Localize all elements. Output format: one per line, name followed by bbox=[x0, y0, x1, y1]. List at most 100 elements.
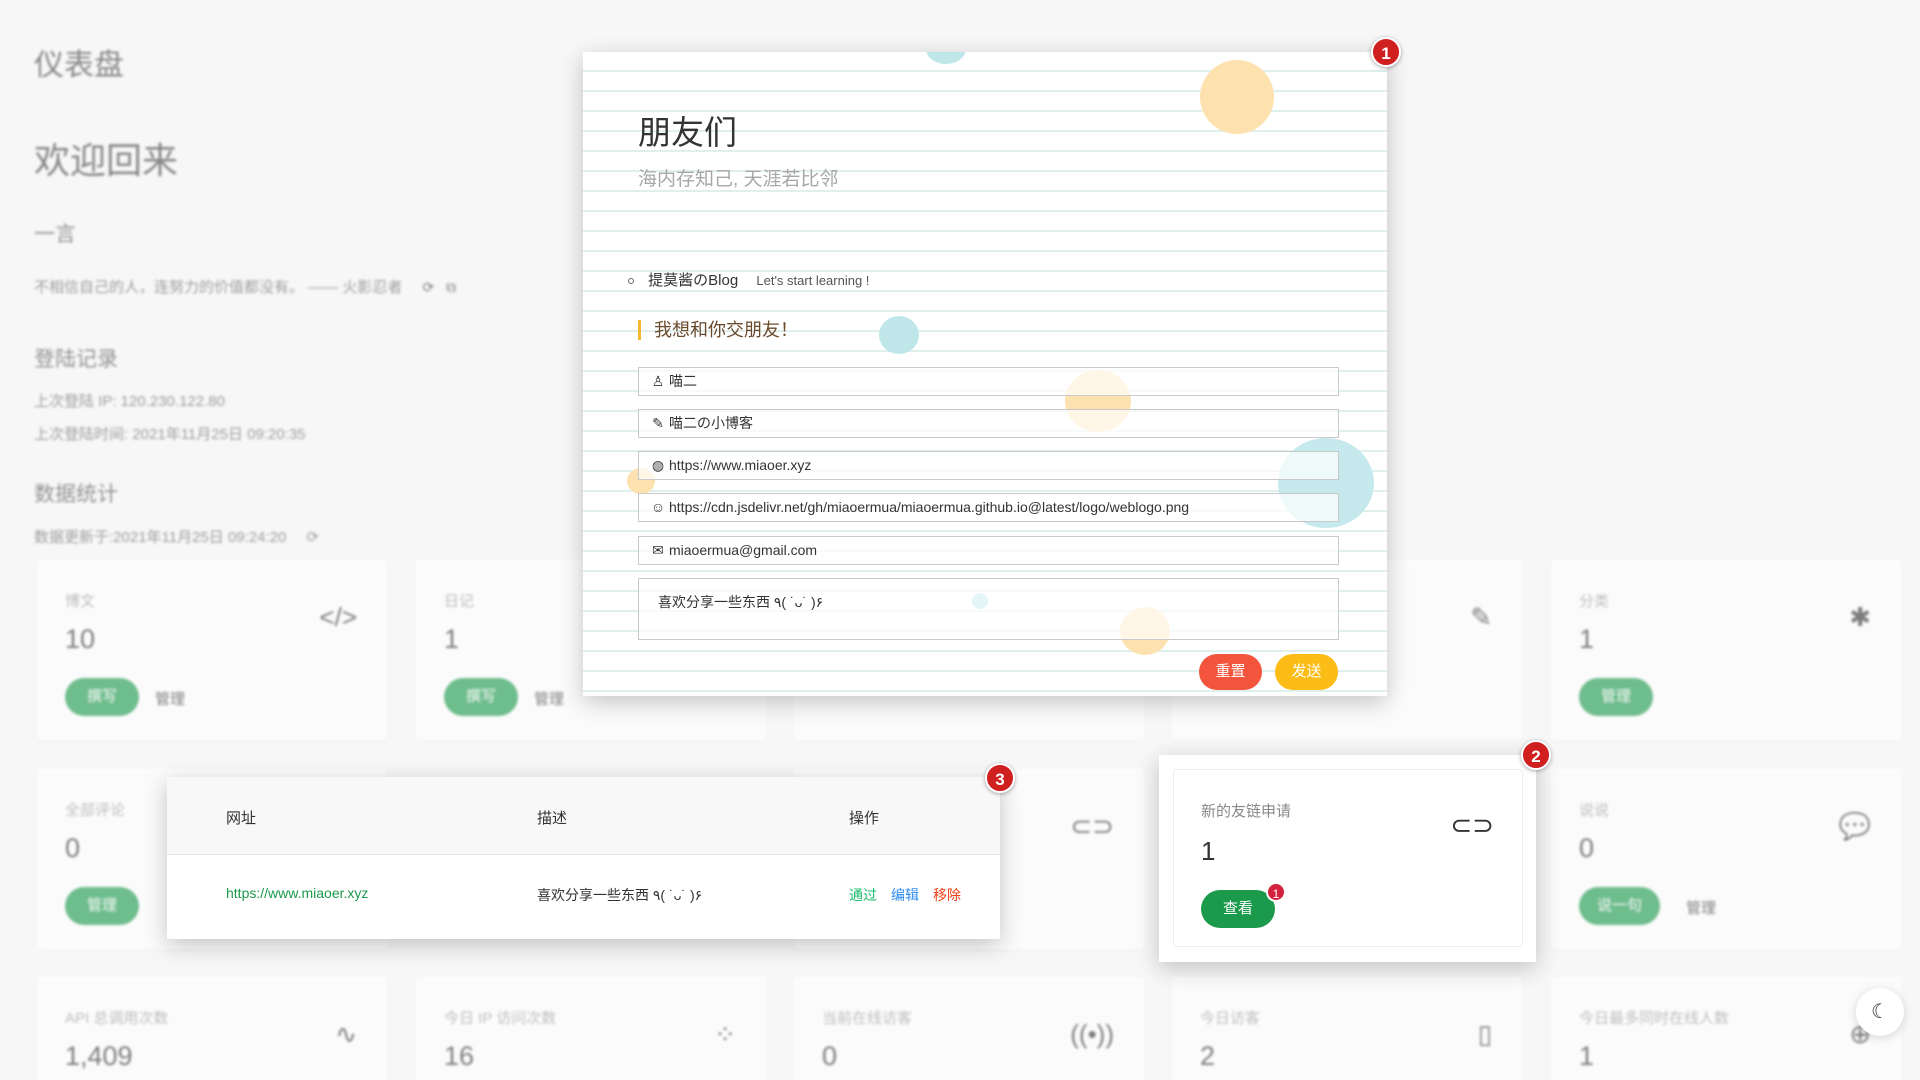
header-url: 网址 bbox=[226, 810, 257, 827]
stats-updated-text: 数据更新于:2021年11月25日 09:24:20 bbox=[34, 529, 287, 546]
site-url-value: https://www.miaoer.xyz bbox=[669, 457, 812, 473]
friend-list-item[interactable]: 提莫酱のBlog Let's start learning ! bbox=[628, 269, 869, 290]
header-description: 描述 bbox=[537, 810, 568, 827]
edit-button[interactable]: 编辑 bbox=[891, 885, 919, 905]
site-name-field[interactable]: ✎ 喵二の小博客 bbox=[638, 409, 1339, 438]
friends-title: 朋友们 bbox=[638, 114, 737, 151]
user-icon: ♙ bbox=[651, 373, 665, 389]
manage-talks-link[interactable]: 管理 bbox=[1686, 897, 1716, 918]
apply-heading: 我想和你交朋友！ bbox=[638, 320, 798, 340]
friend-request-panel: 新的友链申请 1 ⊂⊃ 查看 1 bbox=[1159, 755, 1536, 962]
moon-icon: ☾ bbox=[1871, 1001, 1889, 1023]
avatar-icon: ☺ bbox=[650, 499, 666, 515]
login-heading: 登陆记录 bbox=[34, 348, 118, 371]
description-field[interactable]: 喜欢分享一些东西 ٩( ˙ᴗ˙ )۶ bbox=[638, 578, 1339, 640]
stat-label: 分类 bbox=[1579, 593, 1610, 610]
email-value: miaoermua@gmail.com bbox=[669, 542, 818, 558]
name-field[interactable]: ♙ 喵二 bbox=[638, 367, 1339, 396]
cloud-decoration bbox=[1200, 60, 1274, 134]
quote-heading: 一言 bbox=[34, 223, 76, 246]
stat-card-api-calls: API 总调用次数 1,409 ∿ bbox=[37, 977, 387, 1080]
stat-value: 1,409 bbox=[65, 1041, 133, 1071]
manage-comments-button[interactable]: 管理 bbox=[65, 887, 139, 925]
friend-description: Let's start learning ! bbox=[756, 273, 870, 288]
bullet-icon bbox=[628, 278, 634, 285]
name-value: 喵二 bbox=[669, 373, 697, 389]
row-description: 喜欢分享一些东西 ٩( ˙ᴗ˙ )۶ bbox=[537, 887, 703, 903]
stat-value: 1 bbox=[1579, 1041, 1595, 1071]
stat-card-max-online: 今日最多同时在线人数 1 ⊕ bbox=[1551, 977, 1901, 1080]
remove-button[interactable]: 移除 bbox=[933, 885, 961, 905]
stat-label: 今日 IP 访问次数 bbox=[444, 1010, 557, 1027]
send-button[interactable]: 发送 bbox=[1275, 654, 1338, 690]
cluster-icon: ⁘ bbox=[714, 1019, 736, 1049]
friend-request-card: 新的友链申请 1 ⊂⊃ 查看 1 bbox=[1173, 769, 1523, 947]
stat-value: 0 bbox=[822, 1041, 838, 1071]
stat-card-talks: 说说 0 💬 说一句 管理 bbox=[1551, 769, 1901, 949]
link-icon: ⊂⊃ bbox=[1070, 811, 1114, 841]
manage-categories-button[interactable]: 管理 bbox=[1579, 678, 1653, 716]
avatar-url-field[interactable]: ☺ https://cdn.jsdelivr.net/gh/miaoermua/m… bbox=[638, 493, 1339, 522]
stats-updated: 数据更新于:2021年11月25日 09:24:20 ⟳ bbox=[34, 526, 319, 547]
stat-value: 0 bbox=[1579, 833, 1595, 863]
quote-line: 不相信自己的人，连努力的价值都没有。 —— 火影忍者 ⟳ ⧉ bbox=[34, 276, 456, 297]
globe-icon: ◍ bbox=[651, 457, 665, 473]
chat-icon: 💬 bbox=[1838, 811, 1871, 841]
notification-badge: 1 bbox=[1266, 882, 1286, 902]
stat-value: 10 bbox=[65, 624, 96, 654]
stat-value: 16 bbox=[444, 1041, 475, 1071]
stats-heading: 数据统计 bbox=[34, 483, 118, 506]
mail-icon: ✉ bbox=[652, 542, 664, 558]
id-card-icon: ▯ bbox=[1477, 1019, 1492, 1049]
step-badge-1: 1 bbox=[1371, 37, 1401, 67]
welcome-heading: 欢迎回来 bbox=[34, 140, 179, 181]
friends-page-panel: 朋友们 海内存知己, 天涯若比邻 提莫酱のBlog Let's start le… bbox=[583, 52, 1387, 696]
dark-mode-toggle[interactable]: ☾ bbox=[1856, 988, 1904, 1036]
pencil-icon: ✎ bbox=[652, 415, 664, 431]
stat-label: 说说 bbox=[1579, 802, 1610, 819]
pulse-icon: ∿ bbox=[335, 1019, 357, 1049]
stat-value: 1 bbox=[444, 624, 460, 654]
stat-label: 今日最多同时在线人数 bbox=[1579, 1010, 1730, 1027]
stat-label: 当前在线访客 bbox=[822, 1010, 913, 1027]
header-actions: 操作 bbox=[849, 810, 880, 827]
manage-diary-link[interactable]: 管理 bbox=[534, 688, 564, 709]
step-badge-3: 3 bbox=[985, 763, 1015, 793]
site-url-field[interactable]: ◍ https://www.miaoer.xyz bbox=[638, 451, 1339, 480]
stat-value: 2 bbox=[1200, 1041, 1216, 1071]
write-post-button[interactable]: 撰写 bbox=[65, 678, 139, 716]
row-url[interactable]: https://www.miaoer.xyz bbox=[226, 885, 368, 901]
stat-card-categories: 分类 1 ✱ 管理 bbox=[1551, 560, 1901, 740]
friend-request-count: 1 bbox=[1201, 836, 1216, 866]
approve-button[interactable]: 通过 bbox=[849, 885, 877, 905]
broadcast-icon: ((•)) bbox=[1070, 1019, 1114, 1049]
refresh-icon[interactable]: ⟳ bbox=[423, 279, 435, 295]
manage-posts-link[interactable]: 管理 bbox=[155, 688, 185, 709]
cloud-decoration bbox=[926, 52, 966, 64]
friends-subtitle: 海内存知己, 天涯若比邻 bbox=[638, 169, 839, 190]
stat-label: 日记 bbox=[444, 593, 475, 610]
view-requests-button[interactable]: 查看 bbox=[1201, 890, 1275, 928]
stat-label: API 总调用次数 bbox=[65, 1010, 169, 1027]
avatar-url-value: https://cdn.jsdelivr.net/gh/miaoermua/mi… bbox=[669, 499, 1190, 515]
stat-card-online: 当前在线访客 0 ((•)) bbox=[794, 977, 1144, 1080]
email-field[interactable]: ✉ miaoermua@gmail.com bbox=[638, 536, 1339, 565]
friend-name[interactable]: 提莫酱のBlog bbox=[648, 272, 738, 289]
stat-label: 今日访客 bbox=[1200, 1010, 1261, 1027]
stat-value: 1 bbox=[1579, 624, 1595, 654]
step-badge-2: 2 bbox=[1521, 740, 1551, 770]
review-table-panel: 网址 描述 操作 https://www.miaoer.xyz 喜欢分享一些东西… bbox=[167, 777, 1000, 939]
refresh-stats-icon[interactable]: ⟳ bbox=[307, 529, 320, 546]
stat-label: 博文 bbox=[65, 593, 96, 610]
table-header: 网址 描述 操作 bbox=[167, 777, 1000, 855]
copy-icon[interactable]: ⧉ bbox=[446, 279, 456, 295]
stat-card-ip-visits: 今日 IP 访问次数 16 ⁘ bbox=[416, 977, 766, 1080]
stat-card-posts: 博文 10 </> 撰写 管理 bbox=[37, 560, 387, 740]
say-something-button[interactable]: 说一句 bbox=[1579, 887, 1661, 925]
write-diary-button[interactable]: 撰写 bbox=[444, 678, 518, 716]
stat-card-today-visitors: 今日访客 2 ▯ bbox=[1172, 977, 1522, 1080]
last-login-time: 上次登陆时间: 2021年11月25日 09:20:35 bbox=[34, 426, 306, 443]
stat-value: 0 bbox=[65, 833, 81, 863]
reset-button[interactable]: 重置 bbox=[1199, 654, 1262, 690]
quote-text: 不相信自己的人，连努力的价值都没有。 —— 火影忍者 bbox=[34, 279, 403, 296]
